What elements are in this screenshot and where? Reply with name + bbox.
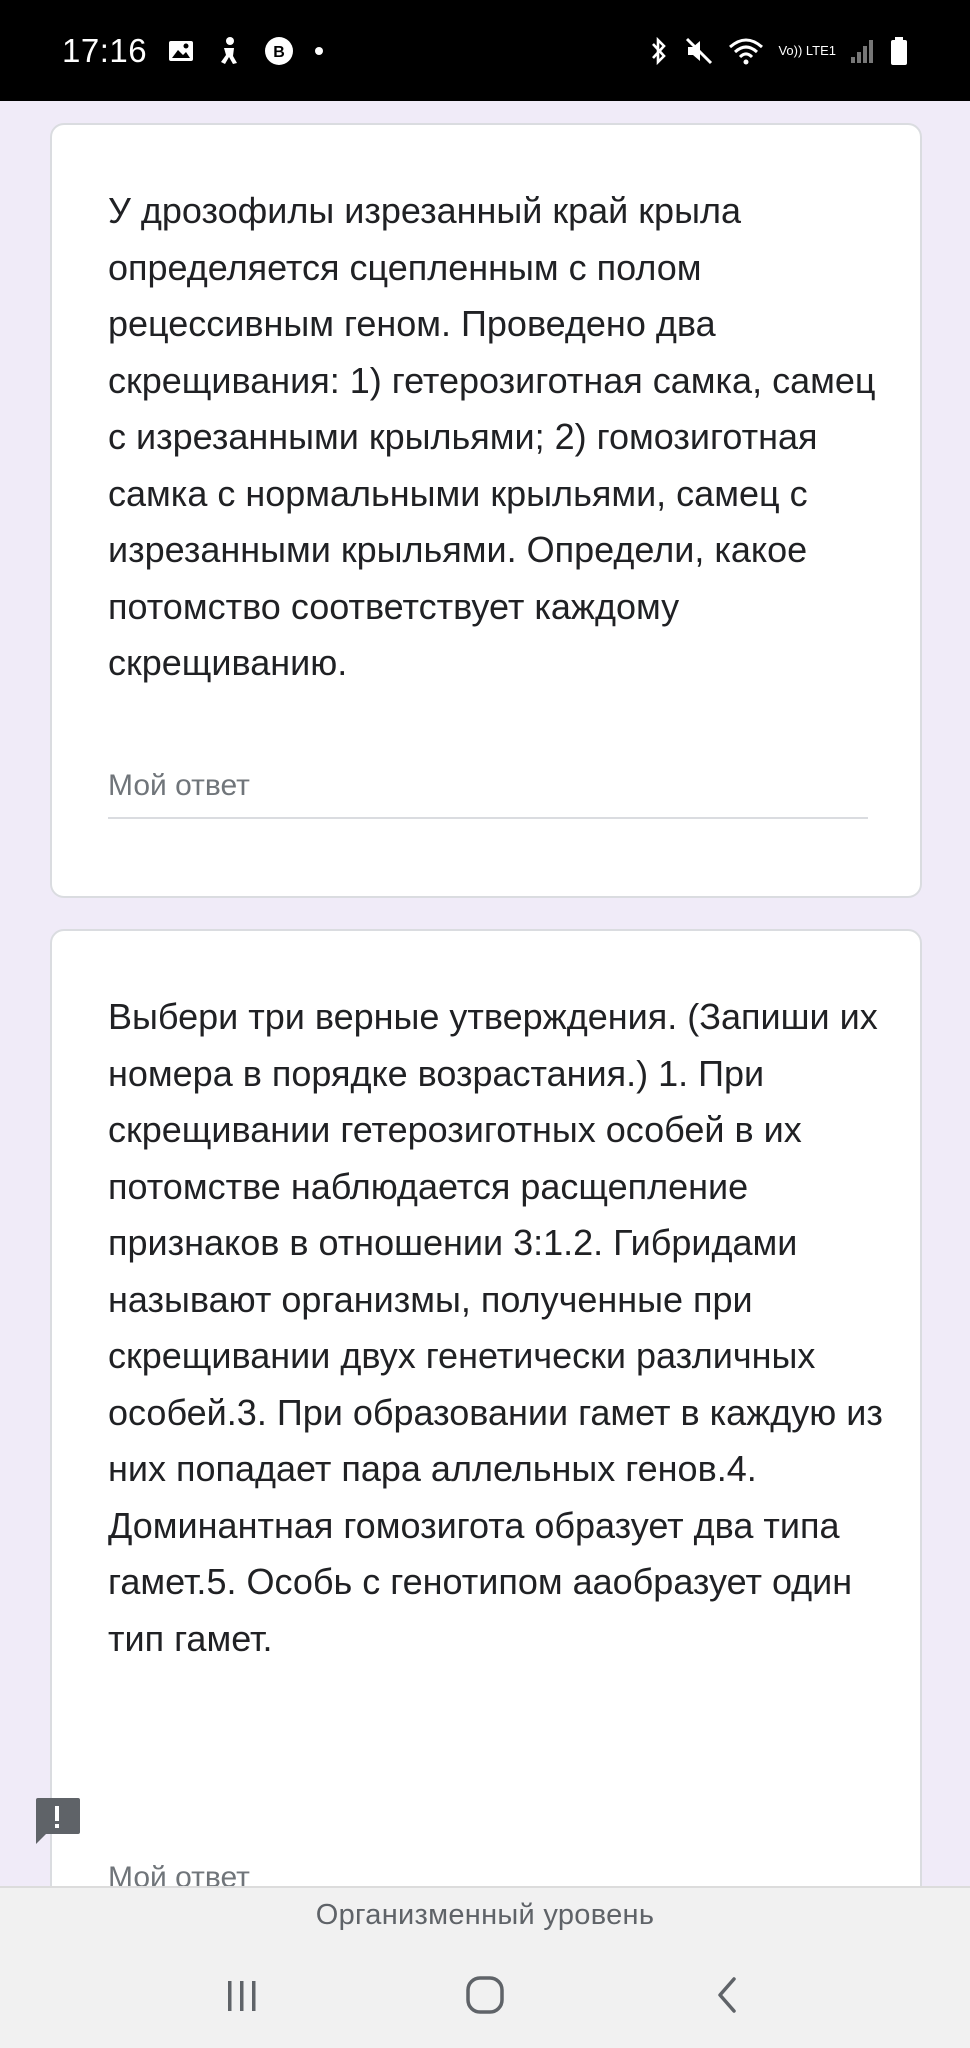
recents-icon (227, 1981, 256, 2011)
vk-icon: B (263, 35, 295, 67)
svg-text:B: B (273, 44, 285, 61)
status-right: Vo)) LTE1 (648, 36, 908, 66)
answer-input[interactable]: Мой ответ (108, 769, 868, 819)
gallery-icon (167, 37, 195, 65)
status-bar: 17:16 B Vo)) LTE1 (0, 0, 970, 101)
question-card-2: Выбери три верные утверждения. (Запиши и… (50, 929, 922, 2048)
mute-icon (684, 36, 714, 66)
status-time: 17:16 (62, 31, 148, 69)
home-button[interactable] (445, 1955, 525, 2035)
accessibility-icon (215, 36, 243, 66)
navigation-bar (0, 1942, 970, 2048)
bluetooth-icon (648, 36, 670, 66)
section-title: Организменный уровень (0, 1886, 970, 1942)
dot-icon (315, 46, 324, 55)
home-icon (466, 1976, 504, 2014)
recents-button[interactable] (202, 1955, 282, 2035)
back-icon (718, 1977, 737, 2013)
network-label: Vo)) LTE1 (778, 42, 836, 58)
wifi-icon (728, 36, 764, 66)
question-text: У дрозофилы изрезанный край крыла опреде… (108, 190, 876, 683)
battery-icon (890, 36, 908, 66)
report-icon (36, 1798, 80, 1844)
back-button[interactable] (688, 1955, 768, 2035)
signal-icon (850, 37, 876, 65)
question-text: Выбери три верные утверждения. (Запиши и… (108, 996, 883, 1659)
question-card-1: У дрозофилы изрезанный край крыла опреде… (50, 123, 922, 898)
feedback-button[interactable] (32, 1796, 82, 1846)
status-left: 17:16 B (62, 31, 324, 70)
